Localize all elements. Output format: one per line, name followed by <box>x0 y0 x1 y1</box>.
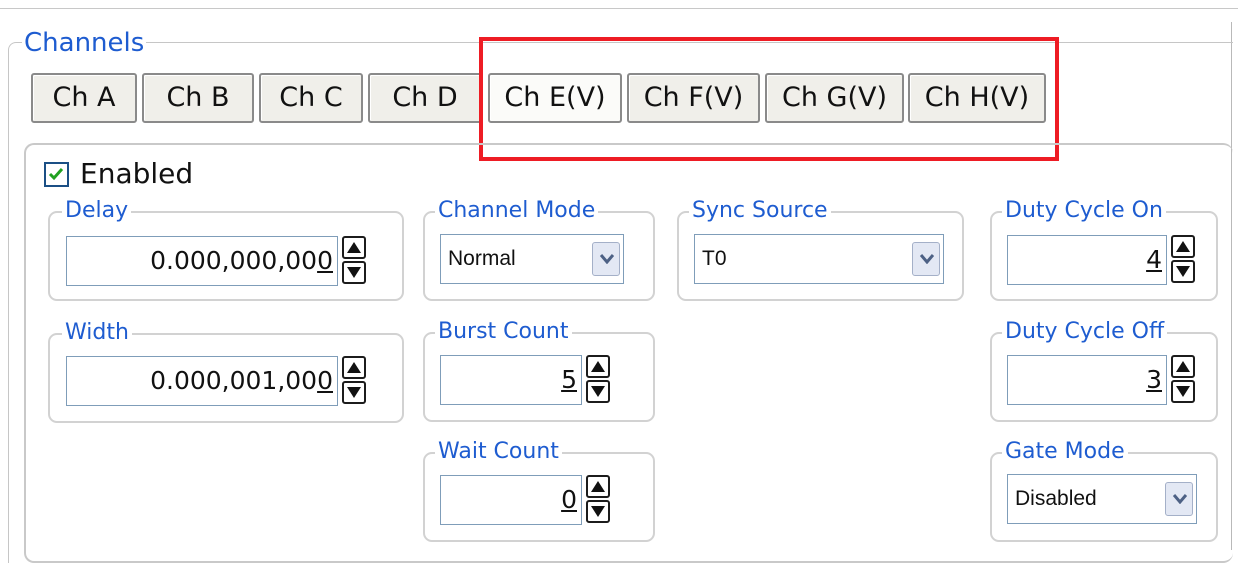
duty-cycle-on-value: 4 <box>1146 245 1162 274</box>
burst-count-input[interactable]: 5 <box>440 355 582 405</box>
spin-down-icon <box>1176 266 1190 277</box>
checkmark-icon <box>48 168 64 181</box>
spin-up-icon <box>347 242 361 253</box>
tab-ch-c[interactable]: Ch C <box>259 73 363 123</box>
channel-mode-label: Channel Mode <box>435 198 599 224</box>
spin-down-icon <box>347 267 361 278</box>
channels-legend: Channels <box>22 28 147 58</box>
wait-count-spin-down[interactable] <box>586 500 610 523</box>
delay-spin-down[interactable] <box>342 261 366 284</box>
width-input[interactable]: 0.000,001,000 <box>66 356 338 406</box>
tab-ch-b[interactable]: Ch B <box>142 73 254 123</box>
sync-source-value: T0 <box>702 247 727 270</box>
wait-count-input[interactable]: 0 <box>440 475 582 525</box>
spin-down-icon <box>1176 386 1190 397</box>
duty-cycle-off-spin-up[interactable] <box>1171 355 1195 378</box>
gate-mode-dropdown-button[interactable] <box>1165 482 1193 516</box>
burst-count-spin-down[interactable] <box>586 380 610 403</box>
burst-count-spinner <box>586 355 610 403</box>
duty-cycle-on-spin-down[interactable] <box>1171 260 1195 283</box>
delay-spinner <box>342 236 366 284</box>
spin-up-icon <box>1176 241 1190 252</box>
wait-count-label: Wait Count <box>435 439 562 465</box>
burst-count-label: Burst Count <box>435 319 572 345</box>
sync-source-select[interactable]: T0 <box>694 234 944 284</box>
chevron-down-icon <box>1173 494 1187 504</box>
gate-mode-label: Gate Mode <box>1002 439 1128 465</box>
tab-ch-d[interactable]: Ch D <box>368 73 482 123</box>
duty-cycle-off-spin-down[interactable] <box>1171 380 1195 403</box>
spin-up-icon <box>1176 361 1190 372</box>
sync-source-label: Sync Source <box>689 198 831 224</box>
burst-count-value: 5 <box>561 365 577 394</box>
wait-count-spin-up[interactable] <box>586 475 610 498</box>
enabled-label: Enabled <box>80 157 194 190</box>
delay-label: Delay <box>62 198 132 224</box>
width-label: Width <box>62 320 132 346</box>
spin-down-icon <box>591 386 605 397</box>
gate-mode-value: Disabled <box>1015 487 1097 510</box>
gate-mode-select[interactable]: Disabled <box>1007 474 1197 524</box>
chevron-down-icon <box>920 254 934 264</box>
duty-cycle-off-input[interactable]: 3 <box>1007 355 1167 405</box>
delay-input[interactable]: 0.000,000,000 <box>66 236 338 286</box>
spin-up-icon <box>591 361 605 372</box>
delay-cursor-digit: 0 <box>317 246 333 275</box>
delay-spin-up[interactable] <box>342 236 366 259</box>
duty-cycle-on-label: Duty Cycle On <box>1002 198 1166 224</box>
channel-mode-select[interactable]: Normal <box>440 234 624 284</box>
duty-cycle-on-input[interactable]: 4 <box>1007 235 1167 285</box>
burst-count-spin-up[interactable] <box>586 355 610 378</box>
wait-count-value: 0 <box>561 485 577 514</box>
width-spin-up[interactable] <box>342 356 366 379</box>
tab-ch-a[interactable]: Ch A <box>31 73 137 123</box>
enabled-checkbox[interactable] <box>44 162 69 187</box>
spin-up-icon <box>347 362 361 373</box>
channel-mode-dropdown-button[interactable] <box>592 242 620 276</box>
channel-mode-value: Normal <box>448 247 516 270</box>
spin-up-icon <box>591 481 605 492</box>
width-cursor-digit: 0 <box>317 366 333 395</box>
top-divider <box>0 8 1238 9</box>
wait-count-spinner <box>586 475 610 523</box>
spin-down-icon <box>591 506 605 517</box>
width-spin-down[interactable] <box>342 381 366 404</box>
duty-cycle-off-spinner <box>1171 355 1195 403</box>
sync-source-dropdown-button[interactable] <box>912 242 940 276</box>
spin-down-icon <box>347 387 361 398</box>
duty-cycle-off-label: Duty Cycle Off <box>1002 319 1168 345</box>
width-value: 0.000,001,00 <box>150 366 318 395</box>
duty-cycle-on-spinner <box>1171 235 1195 283</box>
duty-cycle-off-value: 3 <box>1146 365 1162 394</box>
width-spinner <box>342 356 366 404</box>
chevron-down-icon <box>600 254 614 264</box>
duty-cycle-on-spin-up[interactable] <box>1171 235 1195 258</box>
delay-value: 0.000,000,00 <box>150 246 318 275</box>
